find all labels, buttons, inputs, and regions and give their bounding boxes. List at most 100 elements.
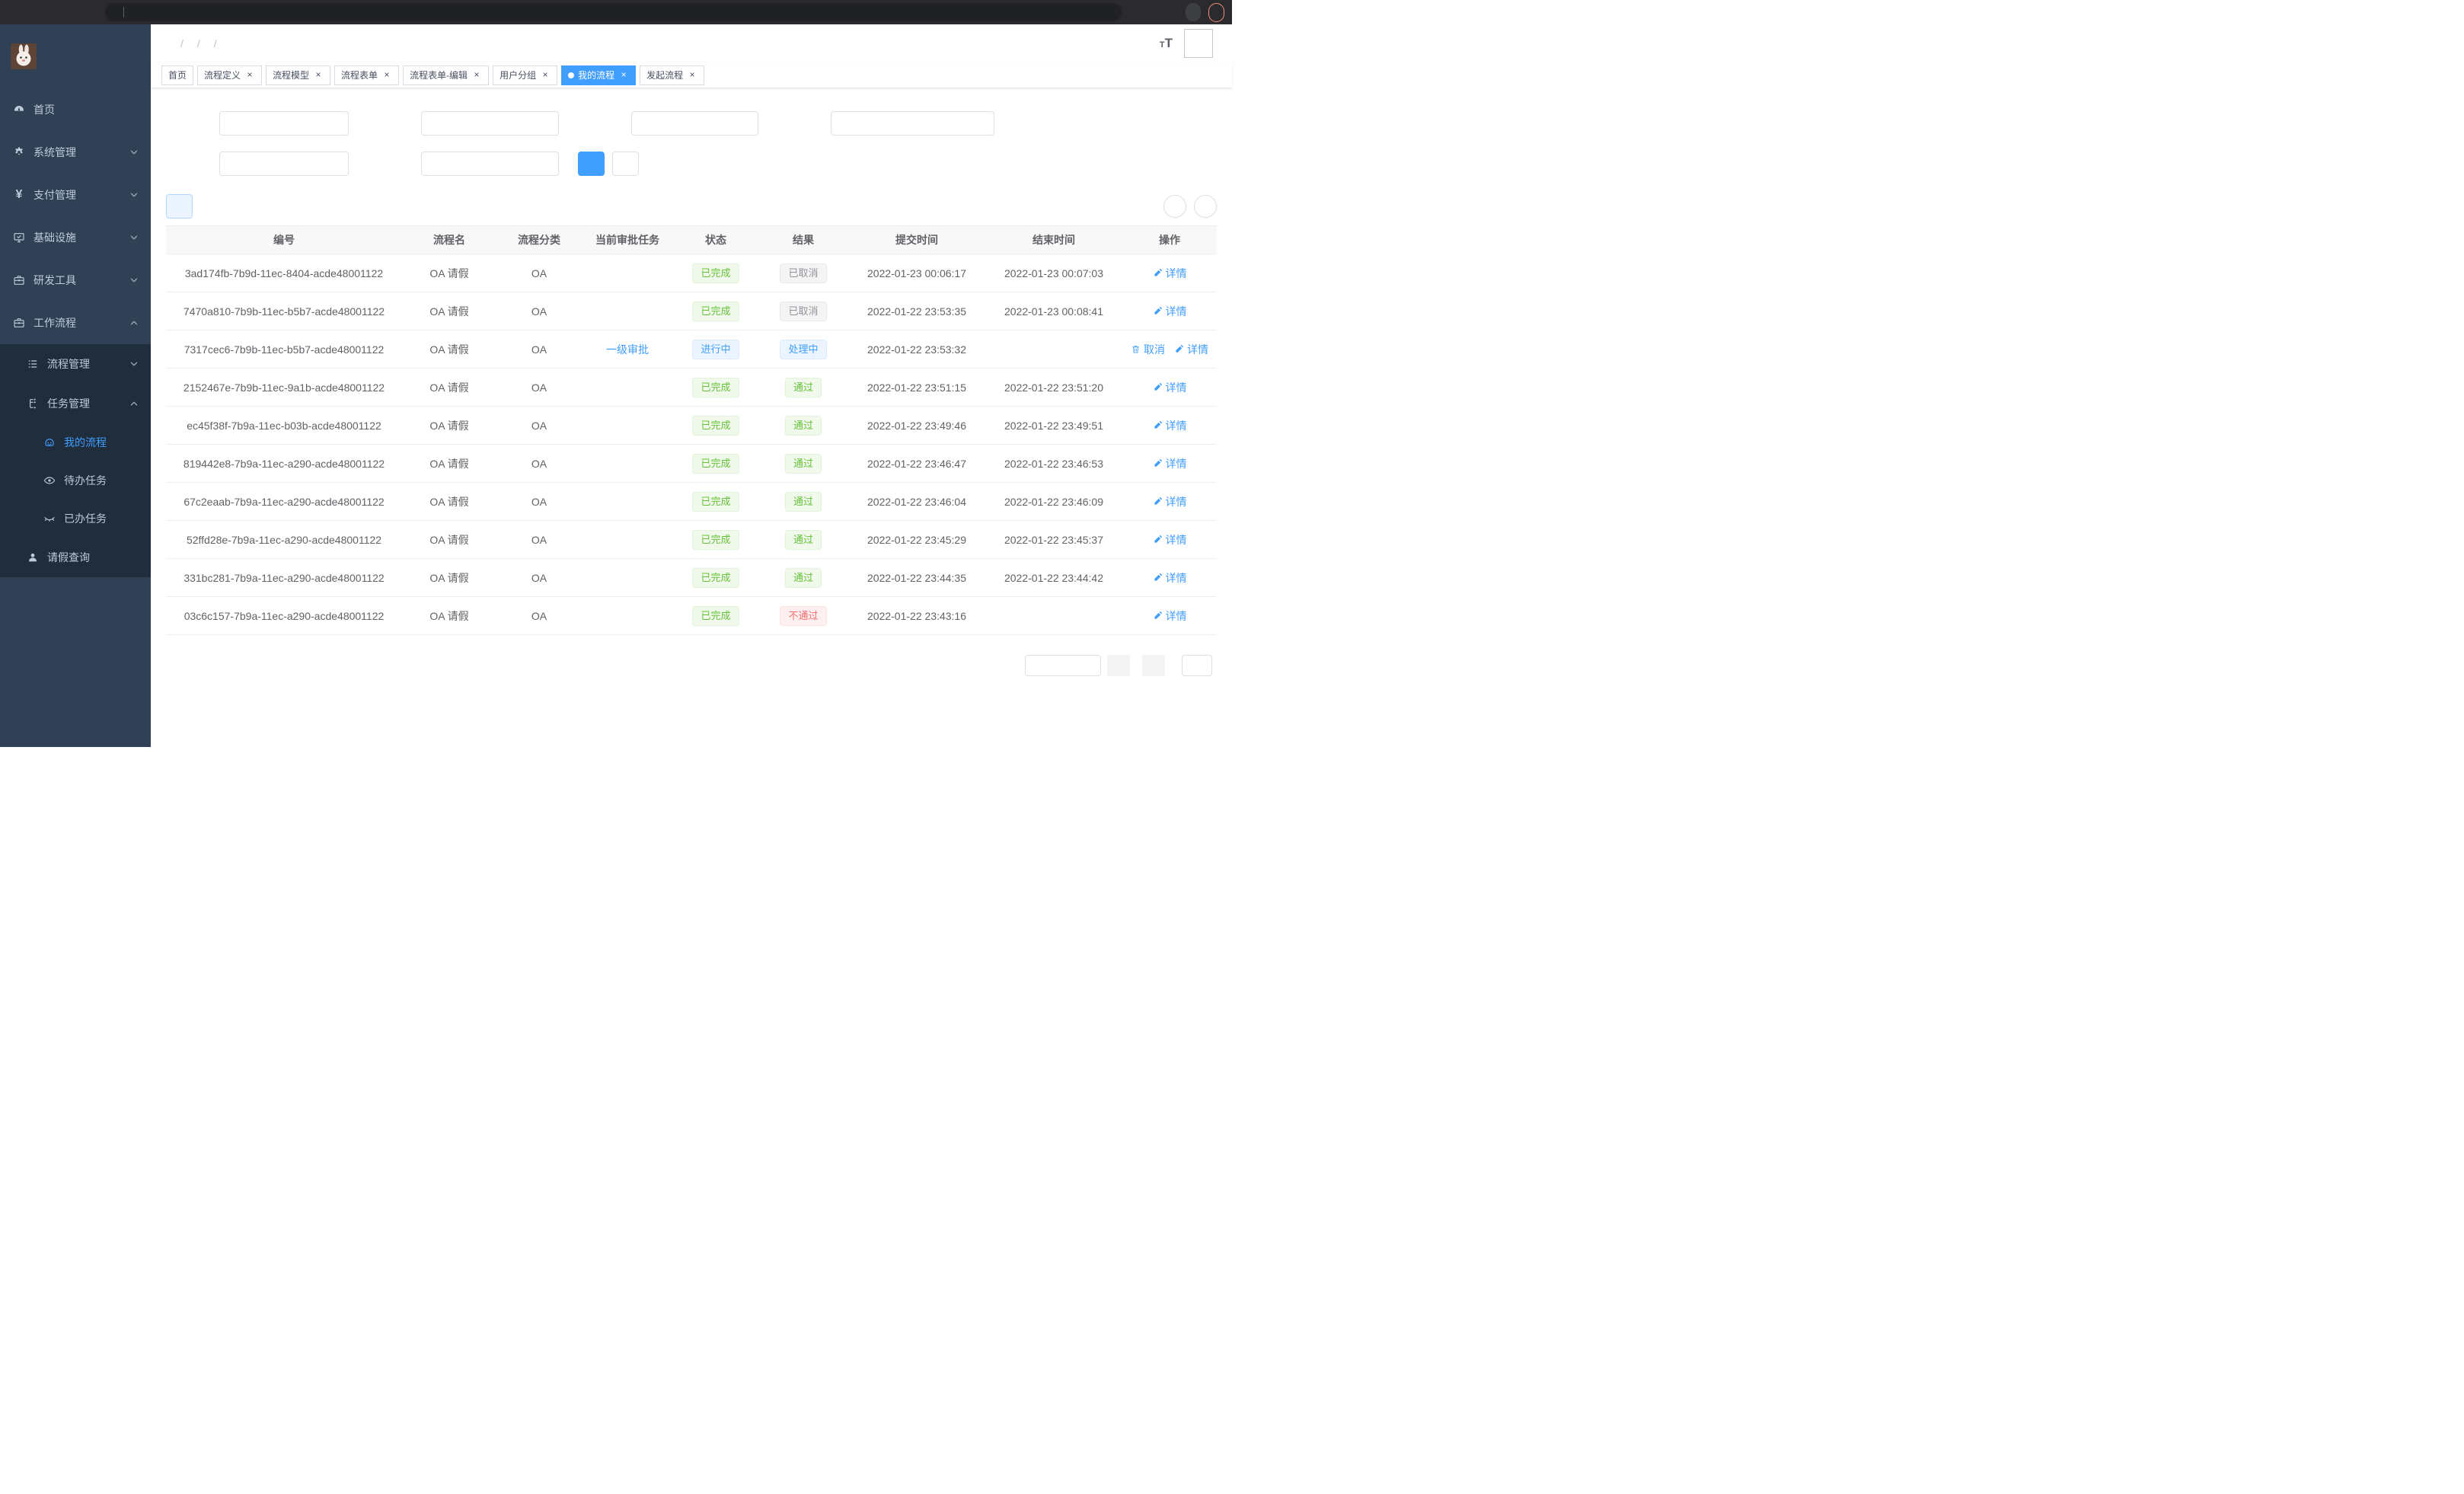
- cell-process-name: OA 请假: [402, 330, 496, 369]
- cell-result: 通过: [758, 369, 848, 407]
- status-select[interactable]: [219, 152, 349, 176]
- tab-my-process[interactable]: 我的流程 ×: [561, 65, 636, 85]
- cell-id: ec45f38f-7b9a-11ec-b03b-acde48001122: [166, 407, 402, 445]
- edit-icon: [1153, 306, 1163, 316]
- detail-action[interactable]: 详情: [1153, 456, 1187, 471]
- page-size-select[interactable]: [1025, 655, 1101, 676]
- detail-action[interactable]: 详情: [1153, 532, 1187, 547]
- forward-icon[interactable]: [30, 2, 50, 22]
- category-select[interactable]: [631, 111, 758, 136]
- home-icon[interactable]: [76, 2, 96, 22]
- process-table: 编号流程名流程分类当前审批任务状态结果提交时间结束时间操作 3ad174fb-7…: [166, 225, 1217, 635]
- sidebar-item-task-management[interactable]: 任务管理: [0, 384, 151, 423]
- sidebar-item-dev-tools[interactable]: 研发工具: [0, 259, 151, 302]
- tab-process-definition[interactable]: 流程定义 ×: [197, 65, 262, 85]
- sidebar-item-todo-tasks[interactable]: 待办任务: [0, 461, 151, 500]
- sidebar-item-process-management[interactable]: 流程管理: [0, 344, 151, 384]
- cell-process-name: OA 请假: [402, 597, 496, 635]
- tab-process-model[interactable]: 流程模型 ×: [266, 65, 330, 85]
- column-header-category: 流程分类: [496, 226, 582, 254]
- result-badge: 已取消: [780, 263, 826, 283]
- cell-result: 已取消: [758, 292, 848, 330]
- cell-process-name: OA 请假: [402, 521, 496, 559]
- cell-process-name: OA 请假: [402, 483, 496, 521]
- status-badge: 已完成: [692, 606, 739, 626]
- detail-action[interactable]: 详情: [1153, 266, 1187, 281]
- user-icon: [26, 551, 40, 563]
- delete-icon: [1131, 344, 1141, 354]
- close-icon[interactable]: ×: [381, 70, 392, 81]
- jump-page-input[interactable]: [1182, 655, 1212, 676]
- sidebar-item-system-management[interactable]: 系统管理: [0, 131, 151, 174]
- update-button[interactable]: [1208, 3, 1224, 22]
- close-icon[interactable]: ×: [244, 70, 255, 81]
- yen-icon: ¥: [12, 189, 26, 201]
- sidebar-item-label: 请假查询: [47, 550, 90, 565]
- cancel-action[interactable]: 取消: [1131, 342, 1165, 357]
- back-icon[interactable]: [8, 2, 27, 22]
- app-frame: 首页 系统管理 ¥ 支付管理 基础设施 研发工具 工作流程 流程管理 任务管理 …: [0, 24, 1232, 747]
- reset-button[interactable]: [612, 152, 639, 176]
- key-icon[interactable]: [1131, 2, 1151, 22]
- cell-current-task: [582, 521, 673, 559]
- cell-submit-time: 2022-01-22 23:51:15: [848, 369, 985, 407]
- tab-label: 流程表单-编辑: [410, 69, 468, 81]
- next-page-button[interactable]: [1142, 655, 1165, 676]
- avatar[interactable]: [1184, 29, 1213, 58]
- result-badge: 通过: [785, 378, 822, 397]
- reload-icon[interactable]: [53, 2, 73, 22]
- sidebar-logo[interactable]: [0, 24, 151, 88]
- detail-action[interactable]: 详情: [1153, 304, 1187, 319]
- cell-category: OA: [496, 597, 582, 635]
- date-range-picker[interactable]: [831, 111, 994, 136]
- tab-user-group[interactable]: 用户分组 ×: [493, 65, 557, 85]
- star-icon[interactable]: [1158, 2, 1178, 22]
- detail-action[interactable]: 详情: [1153, 494, 1187, 509]
- cell-status: 已完成: [673, 445, 758, 483]
- detail-action[interactable]: 详情: [1174, 342, 1208, 357]
- tab-process-form-edit[interactable]: 流程表单-编辑 ×: [403, 65, 489, 85]
- detail-action[interactable]: 详情: [1153, 380, 1187, 395]
- sidebar-item-done-tasks[interactable]: 已办任务: [0, 500, 151, 538]
- create-process-button[interactable]: [166, 194, 193, 219]
- chevron-down-icon: [129, 233, 139, 242]
- current-task-link[interactable]: 一级审批: [606, 342, 649, 357]
- close-icon[interactable]: ×: [687, 70, 697, 81]
- sidebar-item-leave-query[interactable]: 请假查询: [0, 538, 151, 577]
- font-size-icon[interactable]: TT: [1160, 36, 1173, 51]
- sidebar-item-my-process[interactable]: 我的流程: [0, 423, 151, 461]
- detail-action[interactable]: 详情: [1153, 570, 1187, 586]
- sidebar-item-workflow[interactable]: 工作流程: [0, 302, 151, 344]
- cell-current-task: 一级审批: [582, 330, 673, 369]
- sidebar-item-infrastructure[interactable]: 基础设施: [0, 216, 151, 259]
- sidebar-item-label: 支付管理: [34, 187, 76, 203]
- toggle-search-icon[interactable]: [1163, 195, 1186, 218]
- prev-page-button[interactable]: [1107, 655, 1130, 676]
- monitor-icon: [12, 231, 26, 244]
- cell-end-time: 2022-01-22 23:46:53: [985, 445, 1122, 483]
- address-bar[interactable]: [105, 3, 1122, 21]
- close-icon[interactable]: ×: [618, 70, 629, 81]
- table-row: 3ad174fb-7b9d-11ec-8404-acde48001122 OA …: [166, 254, 1217, 292]
- chevron-down-icon: [129, 190, 139, 200]
- cell-actions: 详情: [1122, 292, 1217, 330]
- process-id-input[interactable]: [421, 111, 559, 136]
- close-icon[interactable]: ×: [313, 70, 324, 81]
- refresh-table-icon[interactable]: [1194, 195, 1217, 218]
- browser-chrome: [0, 0, 1232, 24]
- tab-home[interactable]: 首页: [161, 65, 193, 85]
- search-button[interactable]: [578, 152, 605, 176]
- edit-icon: [1174, 344, 1184, 354]
- process-name-input[interactable]: [219, 111, 349, 136]
- result-select[interactable]: [421, 152, 559, 176]
- tab-start-process[interactable]: 发起流程 ×: [640, 65, 704, 85]
- close-icon[interactable]: ×: [540, 70, 551, 81]
- tab-process-form[interactable]: 流程表单 ×: [334, 65, 399, 85]
- detail-action[interactable]: 详情: [1153, 418, 1187, 433]
- sidebar-item-home[interactable]: 首页: [0, 88, 151, 131]
- sidebar-item-payment-management[interactable]: ¥ 支付管理: [0, 174, 151, 216]
- detail-action[interactable]: 详情: [1153, 608, 1187, 624]
- status-badge: 进行中: [692, 340, 739, 359]
- sidebar-item-label: 研发工具: [34, 273, 76, 288]
- close-icon[interactable]: ×: [471, 70, 482, 81]
